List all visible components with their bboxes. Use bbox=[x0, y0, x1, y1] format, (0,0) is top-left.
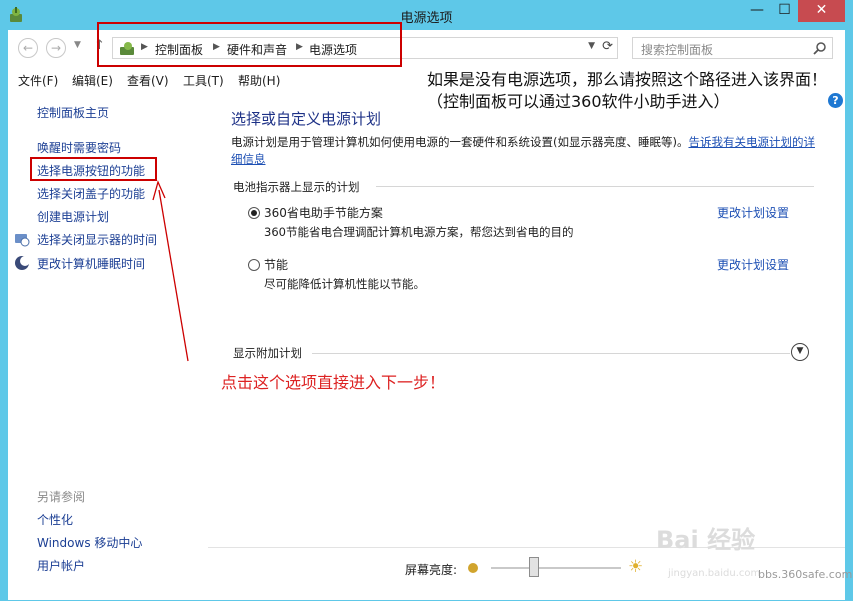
plan-radio-power-saver[interactable] bbox=[248, 259, 260, 271]
close-button[interactable]: ✕ bbox=[798, 0, 845, 22]
forward-icon[interactable]: → bbox=[46, 38, 66, 58]
search-icon[interactable] bbox=[813, 41, 827, 55]
sidebar-item-display-off[interactable]: 选择关闭显示器的时间 bbox=[37, 231, 157, 248]
watermark-logo: Bai 经验 bbox=[656, 526, 756, 554]
menu-view[interactable]: 查看(V) bbox=[127, 72, 169, 89]
search-placeholder: 搜索控制面板 bbox=[641, 43, 714, 57]
search-field[interactable]: 搜索控制面板 bbox=[632, 37, 833, 59]
annotation-path-note: 如果是没有电源选项，那么请按照这个路径进入该界面！（控制面板可以通过360软件小… bbox=[427, 70, 828, 111]
address-highlight-box bbox=[97, 22, 402, 67]
explorer-window: ← → ▼ ↑ ▶ 控制面板 ▶ 硬件和声音 ▶ 电源选项 ▼ ⟳ 搜索控制面板 bbox=[8, 30, 845, 600]
sidebar-home-link[interactable]: 控制面板主页 bbox=[37, 104, 109, 121]
menu-help[interactable]: 帮助(H) bbox=[238, 72, 280, 89]
recent-locations-icon[interactable]: ▼ bbox=[74, 40, 81, 50]
brightness-label: 屏幕亮度: bbox=[405, 563, 458, 577]
brightness-slider-thumb[interactable] bbox=[528, 557, 539, 577]
see-also-personalize[interactable]: 个性化 bbox=[37, 511, 73, 528]
chevron-down-icon[interactable]: ▼ bbox=[791, 343, 809, 361]
plan-radio-360[interactable] bbox=[248, 207, 260, 219]
address-dropdown-icon[interactable]: ▼ bbox=[588, 41, 595, 51]
display-timer-icon bbox=[15, 234, 30, 247]
sidebar-highlight-box bbox=[30, 157, 157, 181]
menu-file[interactable]: 文件(F) bbox=[18, 72, 58, 89]
battery-section-label: 电池指示器上显示的计划 bbox=[233, 180, 360, 194]
brightness-low-icon bbox=[468, 563, 478, 573]
change-plan-link-power-saver[interactable]: 更改计划设置 bbox=[717, 256, 789, 273]
sidebar-item-wake-password[interactable]: 唤醒时需要密码 bbox=[37, 139, 121, 156]
additional-plans-label[interactable]: 显示附加计划 bbox=[233, 345, 302, 361]
brightness-high-icon: ☀ bbox=[628, 557, 644, 577]
page-title: 选择或自定义电源计划 bbox=[231, 110, 382, 128]
plan-name-360[interactable]: 360省电助手节能方案 bbox=[264, 204, 383, 221]
corner-watermark: bbs.360safe.com bbox=[758, 568, 853, 581]
help-icon[interactable]: ? bbox=[828, 93, 843, 108]
refresh-icon[interactable]: ⟳ bbox=[602, 39, 613, 54]
plan-desc-360: 360节能省电合理调配计算机电源方案，帮您达到省电的目的 bbox=[264, 225, 574, 239]
sidebar-item-sleep-time[interactable]: 更改计算机睡眠时间 bbox=[37, 255, 145, 272]
annotation-arrow bbox=[152, 180, 189, 362]
menu-edit[interactable]: 编辑(E) bbox=[72, 72, 113, 89]
section-divider bbox=[376, 186, 814, 187]
plan-desc-power-saver: 尽可能降低计算机性能以节能。 bbox=[264, 277, 425, 291]
menu-tools[interactable]: 工具(T) bbox=[183, 72, 224, 89]
watermark-url: jingyan.baidu.com bbox=[668, 568, 761, 579]
main-content: 选择或自定义电源计划 电源计划是用于管理计算机如何使用电源的一套硬件和系统设置(… bbox=[208, 90, 845, 540]
minimize-button[interactable]: — bbox=[743, 0, 771, 22]
change-plan-link-360[interactable]: 更改计划设置 bbox=[717, 204, 789, 221]
see-also-user-accounts[interactable]: 用户帐户 bbox=[37, 557, 85, 574]
brightness-slider[interactable] bbox=[491, 567, 621, 569]
annotation-click-note: 点击这个选项直接进入下一步！ bbox=[221, 373, 446, 392]
section-divider bbox=[312, 353, 790, 354]
plan-name-power-saver[interactable]: 节能 bbox=[264, 256, 288, 273]
sidebar-item-lid-close[interactable]: 选择关闭盖子的功能 bbox=[37, 185, 145, 202]
see-also-mobility-center[interactable]: Windows 移动中心 bbox=[37, 534, 142, 551]
description-text: 电源计划是用于管理计算机如何使用电源的一套硬件和系统设置(如显示器亮度、睡眠等)… bbox=[231, 135, 689, 149]
maximize-button[interactable]: ☐ bbox=[771, 0, 798, 22]
see-also-title: 另请参阅 bbox=[37, 490, 86, 504]
sidebar-item-create-plan[interactable]: 创建电源计划 bbox=[37, 208, 109, 225]
sleep-moon-icon bbox=[15, 256, 30, 270]
back-icon[interactable]: ← bbox=[18, 38, 38, 58]
page-description: 电源计划是用于管理计算机如何使用电源的一套硬件和系统设置(如显示器亮度、睡眠等)… bbox=[231, 134, 816, 168]
